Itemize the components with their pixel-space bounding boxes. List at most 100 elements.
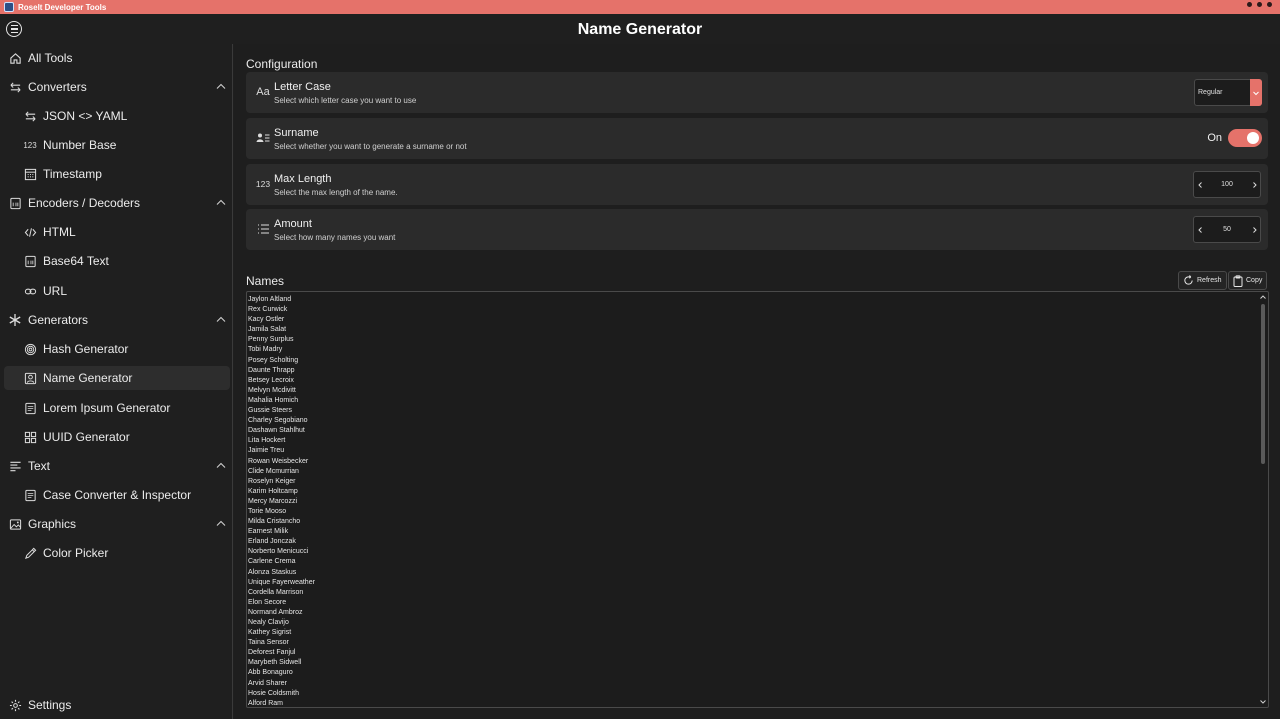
stepper-value: 50: [1223, 226, 1231, 233]
chevron-left-icon[interactable]: [1194, 217, 1206, 242]
name-line: Kacy Ostler: [248, 316, 285, 324]
names-list: Jaylon Altland Rex Curwick Kacy Ostler Jami…: [248, 295, 315, 707]
setting-description: Select the max length of the name.: [274, 188, 398, 197]
sidebar-item-base64-text[interactable]: Base64 Text: [4, 249, 230, 273]
sidebar-item-label: Lorem Ipsum Generator: [43, 401, 171, 415]
sidebar-item-hash-generator[interactable]: Hash Generator: [4, 337, 230, 361]
sidebar-item-label: HTML: [43, 225, 76, 239]
copy-button[interactable]: Copy: [1228, 271, 1268, 290]
chevron-up-icon[interactable]: [216, 82, 226, 92]
sidebar-item-label: Hash Generator: [43, 342, 129, 356]
name-line: Gussie Steers: [248, 407, 292, 415]
name-line: Dashawn Stahlhut: [248, 427, 305, 435]
sidebar-item-lorem-ipsum-generator[interactable]: Lorem Ipsum Generator: [4, 396, 230, 420]
text-box-icon: [23, 401, 37, 415]
name-line: Karim Holtcamp: [248, 487, 298, 495]
window-menu-button[interactable]: [1247, 2, 1272, 7]
name-line: Jaimie Treu: [248, 447, 285, 455]
text-box-icon: [23, 488, 37, 502]
code-icon: [23, 225, 37, 239]
surname-setting: Surname Select whether you want to gener…: [246, 118, 1268, 159]
sidebar-item-text[interactable]: Text: [4, 454, 230, 478]
name-line: Jamila Salat: [248, 326, 287, 334]
max-length-stepper[interactable]: 100: [1193, 171, 1261, 198]
name-line: Taina Sensor: [248, 639, 289, 647]
chevron-down-icon[interactable]: [1250, 79, 1262, 106]
chevron-left-icon[interactable]: [1194, 172, 1206, 197]
name-line: Unique Fayerweather: [248, 578, 315, 586]
setting-description: Select which letter case you want to use: [274, 96, 417, 105]
eyedropper-icon: [23, 546, 37, 560]
sidebar-item-generators[interactable]: Generators: [4, 308, 230, 332]
binary-file-icon: [8, 196, 22, 210]
vertical-scrollbar[interactable]: [1258, 292, 1268, 707]
sidebar-item-label: All Tools: [28, 51, 73, 65]
sidebar-item-settings[interactable]: Settings: [4, 693, 230, 717]
sidebar-item-label: Number Base: [43, 138, 117, 152]
refresh-label: Refresh: [1197, 277, 1222, 284]
chevron-right-icon[interactable]: [1248, 172, 1260, 197]
name-line: Arvid Sharer: [248, 679, 287, 687]
asterisk-icon: [8, 313, 22, 327]
name-line: Betsey Lecroix: [248, 376, 294, 384]
scrollbar-thumb[interactable]: [1261, 304, 1265, 464]
name-line: Jaylon Altland: [248, 296, 292, 303]
name-line: Cordella Marrison: [248, 588, 304, 596]
sidebar-item-url[interactable]: URL: [4, 279, 230, 303]
refresh-button[interactable]: Refresh: [1178, 271, 1227, 290]
name-line: Mahalia Homich: [248, 396, 299, 404]
scroll-down-icon[interactable]: [1259, 698, 1267, 706]
setting-title: Max Length: [274, 173, 332, 185]
letter-case-setting: Aa Letter Case Select which letter case …: [246, 72, 1268, 113]
surname-toggle-group: On: [1207, 129, 1262, 147]
name-line: Normand Ambroz: [248, 608, 303, 616]
sidebar-item-json-yaml[interactable]: JSON <> YAML: [4, 104, 230, 128]
amount-stepper[interactable]: 50: [1193, 216, 1261, 243]
number-123-icon: 123: [23, 140, 37, 150]
letter-case-icon: Aa: [256, 86, 270, 98]
name-line: Hosie Coldsmith: [248, 689, 299, 697]
arrows-swap-icon: [23, 109, 37, 123]
arrows-swap-icon: [8, 80, 22, 94]
number-123-icon: 123: [255, 179, 271, 189]
sidebar-item-label: Name Generator: [43, 371, 133, 385]
sidebar-item-encoders-decoders[interactable]: Encoders / Decoders: [4, 191, 230, 215]
surname-toggle[interactable]: [1228, 129, 1262, 147]
sidebar-item-graphics[interactable]: Graphics: [4, 512, 230, 536]
chevron-up-icon[interactable]: [216, 519, 226, 529]
sidebar-item-all-tools[interactable]: All Tools: [4, 46, 230, 70]
chevron-up-icon[interactable]: [216, 198, 226, 208]
sidebar-item-label: Case Converter & Inspector: [43, 488, 192, 502]
sidebar-item-label: Timestamp: [43, 167, 102, 181]
name-line: Norberto Menicucci: [248, 548, 309, 556]
sidebar-item-number-base[interactable]: 123 Number Base: [4, 133, 230, 157]
name-line: Rex Curwick: [248, 306, 288, 314]
sidebar-item-timestamp[interactable]: Timestamp: [4, 162, 230, 186]
name-line: Alford Ram: [248, 699, 284, 707]
name-line: Charley Segobiano: [248, 417, 308, 425]
sidebar-item-case-converter[interactable]: Case Converter & Inspector: [4, 483, 230, 507]
sidebar-item-html[interactable]: HTML: [4, 220, 230, 244]
sidebar-item-label: Base64 Text: [43, 254, 109, 268]
scroll-up-icon[interactable]: [1259, 293, 1267, 301]
setting-title: Surname: [274, 127, 319, 139]
name-line: Erland Jonczak: [248, 538, 296, 546]
chevron-up-icon[interactable]: [216, 461, 226, 471]
sidebar-item-uuid-generator[interactable]: UUID Generator: [4, 425, 230, 449]
name-line: Abb Bonaguro: [248, 669, 293, 677]
clipboard-icon: [1233, 274, 1243, 287]
sidebar-item-name-generator[interactable]: Name Generator: [4, 366, 230, 390]
chevron-up-icon[interactable]: [216, 315, 226, 325]
sidebar-item-converters[interactable]: Converters: [4, 75, 230, 99]
sidebar-item-label: UUID Generator: [43, 430, 130, 444]
chevron-right-icon[interactable]: [1248, 217, 1260, 242]
sidebar-item-label: JSON <> YAML: [43, 109, 128, 123]
names-output-textarea[interactable]: Jaylon Altland Rex Curwick Kacy Ostler Jami…: [246, 291, 1269, 708]
sidebar-item-color-picker[interactable]: Color Picker: [4, 541, 230, 565]
app-logo-icon: [4, 2, 14, 12]
letter-case-select[interactable]: Regular: [1194, 79, 1262, 106]
window-title: Roselt Developer Tools: [18, 2, 107, 12]
name-line: Melvyn Mcdivitt: [248, 386, 296, 394]
select-value: Regular: [1198, 89, 1223, 96]
sidebar: All Tools Converters JSON <> YAML 123 Nu…: [0, 44, 233, 719]
